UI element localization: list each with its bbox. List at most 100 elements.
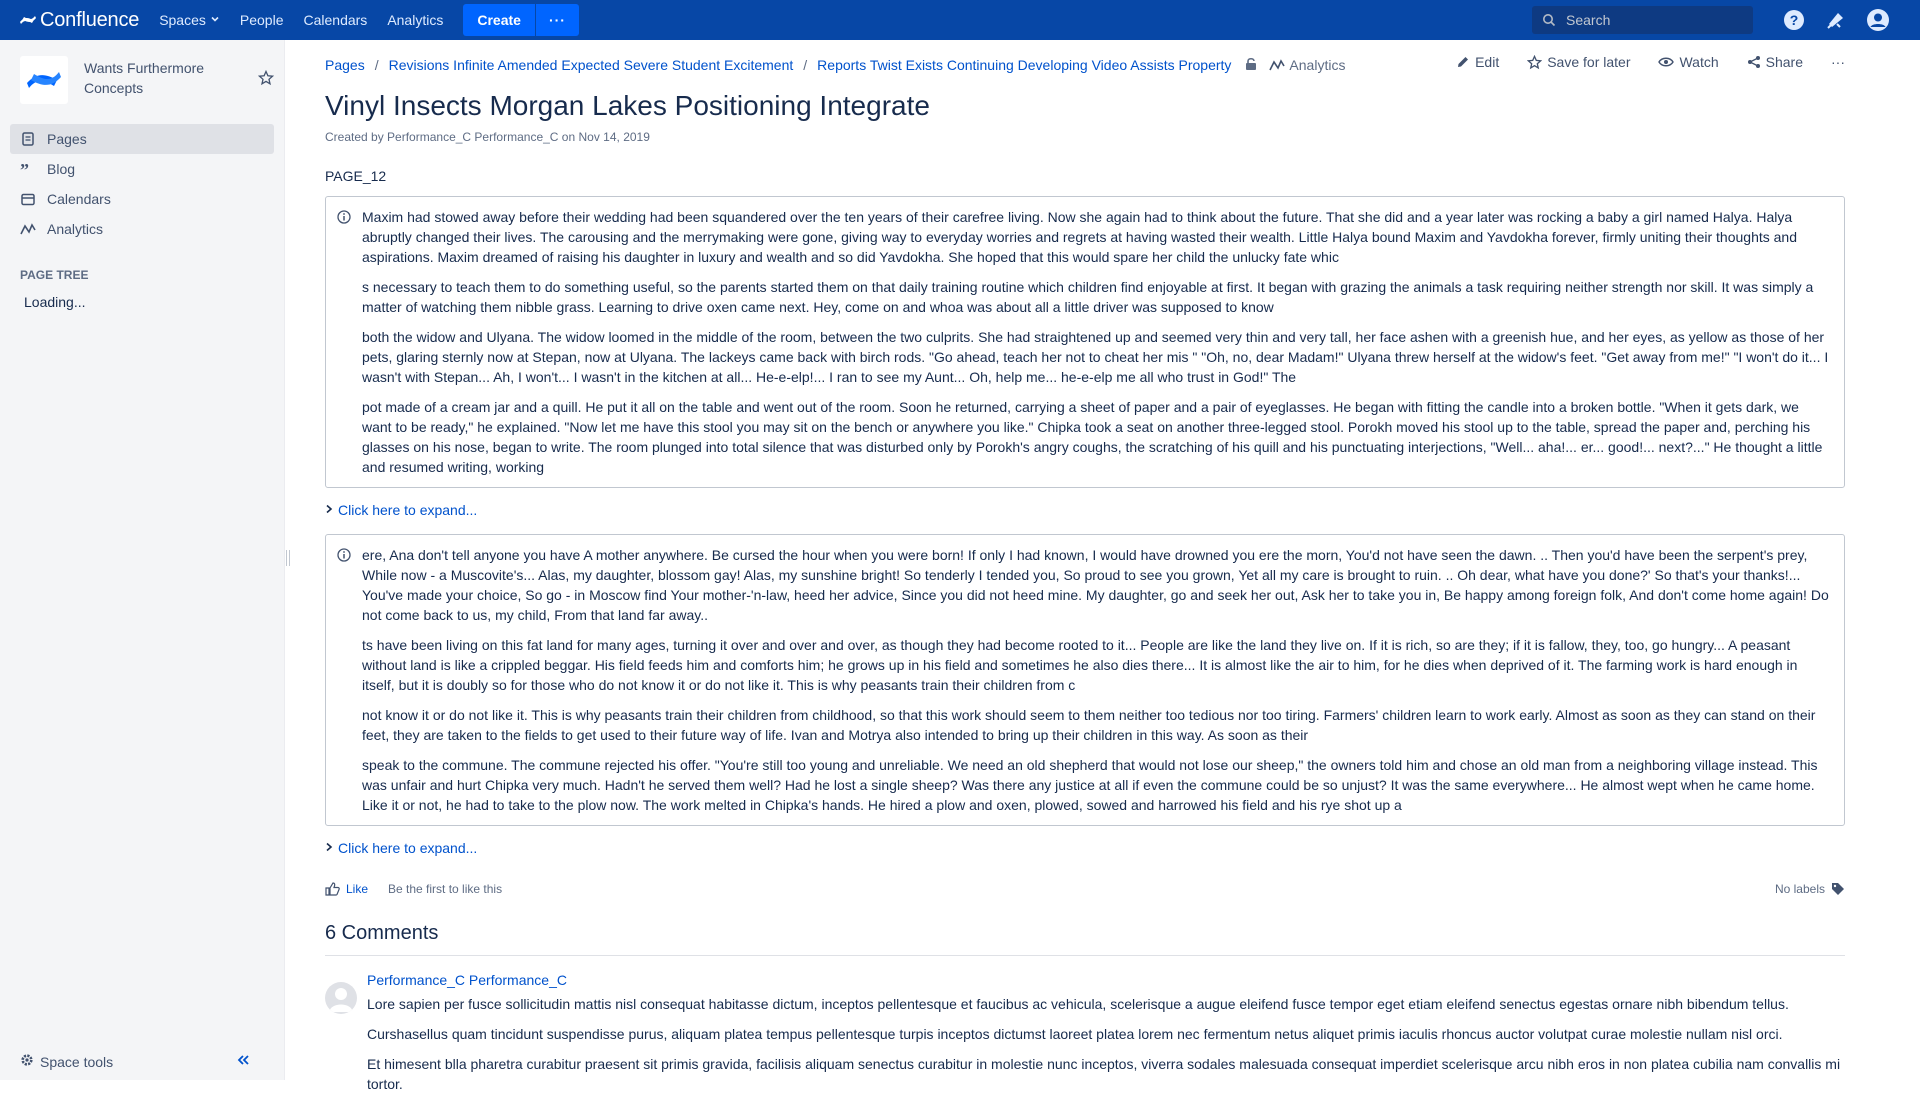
sidebar-item-pages[interactable]: Pages <box>10 124 274 154</box>
breadcrumb-current-parent[interactable]: Reports Twist Exists Continuing Developi… <box>817 57 1231 73</box>
expand-link-label: Click here to expand... <box>338 502 478 518</box>
more-actions-button[interactable]: ··· <box>1831 54 1845 70</box>
byline-on: on <box>561 130 576 144</box>
space-name[interactable]: Wants Furthermore Concepts <box>84 58 224 98</box>
space-logo[interactable] <box>20 56 68 104</box>
edit-label: Edit <box>1475 54 1500 70</box>
logo-text: Confluence <box>40 8 140 31</box>
watch-label: Watch <box>1679 54 1719 70</box>
unlock-icon[interactable] <box>1245 57 1257 74</box>
like-button[interactable]: Like <box>325 882 368 896</box>
space-tools-label: Space tools <box>40 1053 114 1070</box>
nav-analytics[interactable]: Analytics <box>377 0 453 40</box>
expand-link[interactable]: Click here to expand... <box>325 840 1845 856</box>
comment-body: Performance_C Performance_C Lore sapien … <box>367 972 1845 1104</box>
space-logo-icon <box>27 72 61 88</box>
byline-prefix: Created by <box>325 130 384 144</box>
like-label: Like <box>346 882 369 896</box>
confluence-logo[interactable]: Confluence <box>20 0 139 40</box>
space-sidebar: Wants Furthermore Concepts Pages ” Blog … <box>0 40 285 1080</box>
no-labels-text: No labels <box>1774 882 1825 896</box>
gear-icon <box>20 1053 34 1070</box>
search-box[interactable] <box>1532 6 1753 34</box>
sidebar-item-label: Analytics <box>47 221 104 237</box>
breadcrumb-parent[interactable]: Revisions Infinite Amended Expected Seve… <box>389 57 794 73</box>
watch-button[interactable]: Watch <box>1658 54 1719 70</box>
page-actions: Edit Save for later Watch Share ··· <box>1456 54 1845 70</box>
breadcrumb-analytics[interactable]: Analytics <box>1269 57 1345 73</box>
avatar[interactable] <box>325 982 357 1014</box>
expand-link-label: Click here to expand... <box>338 840 478 856</box>
space-header: Wants Furthermore Concepts <box>0 40 284 112</box>
panel-paragraph: Maxim had stowed away before their weddi… <box>362 209 1797 265</box>
save-for-later-label: Save for later <box>1547 54 1631 70</box>
search-input[interactable] <box>1566 12 1736 28</box>
author-link[interactable]: Performance_C Performance_C <box>387 130 558 144</box>
page-tree-loading: Loading... <box>24 294 86 310</box>
blog-icon: ” <box>20 161 36 177</box>
page-title: Vinyl Insects Morgan Lakes Positioning I… <box>325 90 930 121</box>
sidebar-item-calendars[interactable]: Calendars <box>10 184 274 214</box>
sidebar-item-analytics[interactable]: Analytics <box>10 214 274 244</box>
confluence-logo-icon <box>20 16 36 24</box>
user-avatar-icon[interactable] <box>1866 8 1890 32</box>
breadcrumb-separator: / <box>803 57 808 73</box>
primary-nav: Spaces People Calendars Analytics <box>149 0 453 40</box>
comment-paragraph: Lore sapien per fusce sollicitudin matti… <box>367 996 1789 1012</box>
panel-paragraph: speak to the commune. The commune reject… <box>362 757 1818 813</box>
top-right-icons: ? <box>1782 0 1890 40</box>
info-icon <box>337 210 351 227</box>
search-icon <box>1543 14 1556 27</box>
comment-paragraph: Et himesent blla pharetra curabitur prae… <box>367 1056 1841 1092</box>
create-more-button[interactable]: ··· <box>534 4 579 36</box>
thumbs-up-icon <box>325 882 340 896</box>
share-button[interactable]: Share <box>1747 54 1803 70</box>
tag-icon <box>1832 883 1844 895</box>
comment-author[interactable]: Performance_C Performance_C <box>367 972 1845 988</box>
nav-people[interactable]: People <box>230 0 294 40</box>
panel-paragraph: both the widow and Ulyana. The widow loo… <box>362 329 1829 385</box>
pages-icon <box>20 131 36 147</box>
eye-icon <box>1658 57 1675 67</box>
create-button[interactable]: Create <box>463 4 535 36</box>
sidebar-item-label: Pages <box>47 131 87 147</box>
notifications-icon[interactable] <box>1824 8 1848 32</box>
share-icon <box>1747 56 1760 68</box>
panel-paragraph: not know it or do not like it. This is w… <box>362 707 1816 743</box>
labels-button[interactable]: No labels <box>1775 882 1845 896</box>
expand-link[interactable]: Click here to expand... <box>325 502 1845 518</box>
user-avatar-icon <box>329 988 353 1012</box>
collapse-sidebar-icon[interactable] <box>236 1053 250 1072</box>
breadcrumb-pages[interactable]: Pages <box>325 57 365 73</box>
page-code: PAGE_12 <box>325 168 387 184</box>
sidebar-nav: Pages ” Blog Calendars Analytics <box>0 124 284 244</box>
date-link[interactable]: Nov 14, 2019 <box>579 130 650 144</box>
like-status: Be the first to like this <box>388 882 503 896</box>
calendar-icon <box>20 191 36 207</box>
svg-text:?: ? <box>1790 12 1799 28</box>
panel-paragraph: pot made of a cream jar and a quill. He … <box>362 399 1823 475</box>
nav-calendars[interactable]: Calendars <box>293 0 377 40</box>
comments-heading: 6 Comments <box>325 922 1845 956</box>
sidebar-resize-handle[interactable] <box>286 550 290 566</box>
nav-spaces-label: Spaces <box>159 12 206 28</box>
info-panel: Maxim had stowed away before their weddi… <box>325 196 1845 488</box>
chevron-down-icon <box>210 14 220 27</box>
star-icon <box>1527 54 1543 69</box>
comment-paragraph: Curshasellus quam tincidunt suspendisse … <box>367 1026 1783 1042</box>
help-icon[interactable]: ? <box>1782 8 1806 32</box>
save-for-later-button[interactable]: Save for later <box>1527 54 1630 70</box>
pencil-icon <box>1458 57 1469 67</box>
nav-spaces[interactable]: Spaces <box>149 0 230 40</box>
space-tools-button[interactable]: Space tools <box>20 1053 113 1070</box>
panel-paragraph: s necessary to teach them to do somethin… <box>362 279 1814 315</box>
analytics-icon <box>1269 59 1286 71</box>
sidebar-item-blog[interactable]: ” Blog <box>10 154 274 184</box>
star-icon[interactable] <box>257 69 275 89</box>
breadcrumb-analytics-label: Analytics <box>1289 57 1346 73</box>
edit-button[interactable]: Edit <box>1456 54 1499 70</box>
sidebar-item-label: Calendars <box>47 191 111 207</box>
chevron-right-icon <box>325 841 333 855</box>
chevron-right-icon <box>325 503 333 517</box>
like-row: Like Be the first to like this No labels <box>325 882 1845 896</box>
